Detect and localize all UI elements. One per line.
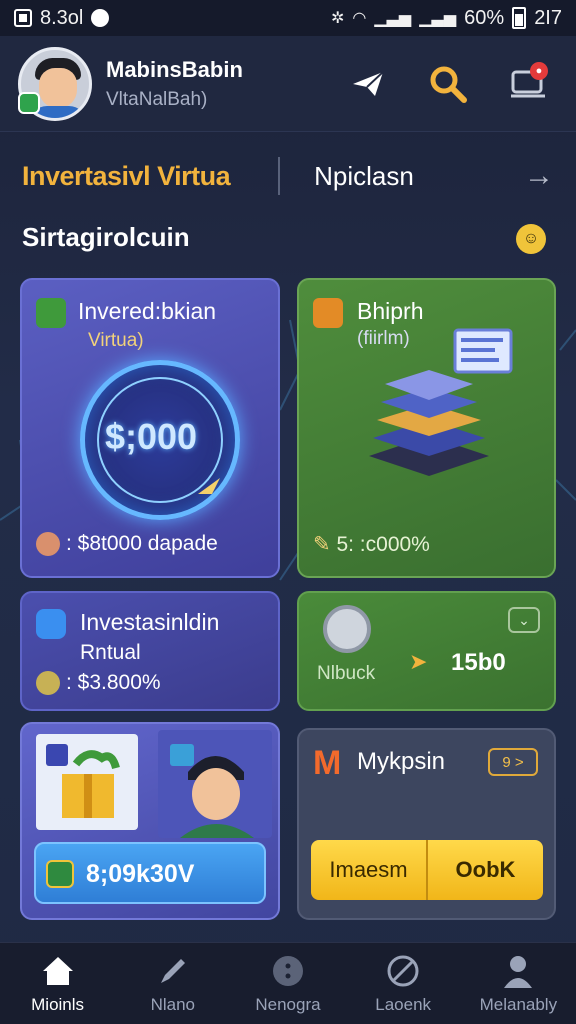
card6-action-button[interactable]: Imaesm OobK (311, 840, 543, 900)
chevron-down-icon[interactable]: ⌄ (508, 607, 540, 633)
card5-amount: 8;09k30V (86, 860, 195, 888)
profile-icon (500, 953, 536, 989)
card4-label: Nlbuck (317, 663, 376, 684)
card5-amount-bar[interactable]: 8;09k30V (34, 842, 266, 904)
app-screen: 8.3ol ✲ ◠ ▁▃▅ ▁▃▅ 60% 2I7 MabinsBabin Vl… (0, 0, 576, 1024)
bottom-navigation: Mioinls Nlano Nenogra Laoenk Melanably (0, 942, 576, 1024)
pencil-small-icon: ✎ (313, 533, 331, 556)
signal-icon: ▁▃▅ (374, 10, 412, 27)
battery-icon (512, 7, 527, 29)
signal-2-icon: ▁▃▅ (419, 10, 457, 27)
card6-pill[interactable]: 9 > (488, 748, 538, 776)
alarm-icon (91, 9, 110, 27)
app-header: MabinsBabin VltaNalBah) ● (0, 36, 576, 132)
status-left: 8.3ol (14, 6, 110, 30)
gift-tile (36, 734, 138, 830)
search-icon (430, 66, 467, 103)
home-icon (40, 953, 76, 989)
user-name: MabinsBabin (106, 56, 243, 82)
gift-box-icon (46, 744, 120, 818)
search-button[interactable] (428, 64, 468, 104)
status-time: 8.3ol (40, 6, 84, 29)
pointer-icon: ➤ (409, 649, 428, 674)
card1-value: $;000 (104, 416, 198, 457)
tab-npiclasn[interactable]: Npiclasn (314, 161, 414, 192)
user-subtitle: VltaNalBah) (106, 88, 208, 110)
arrow-right-icon[interactable]: → (524, 159, 554, 193)
battery-percent: 60% (464, 6, 505, 29)
person-tile (158, 730, 272, 838)
card-nlbuck[interactable]: ⌄ Nlbuck ➤ 15b0 (297, 591, 556, 711)
compass-icon (385, 953, 421, 989)
online-badge-icon (18, 92, 40, 114)
send-button[interactable] (348, 64, 388, 104)
card6-button-right[interactable]: OobK (428, 840, 543, 900)
user-info: MabinsBabin VltaNalBah) (106, 57, 243, 111)
smiley-badge-icon[interactable]: ☺ (516, 224, 546, 254)
card-investasi-virtual-2[interactable]: Investasinldin Rntual : $3.800% (20, 591, 280, 711)
status-extra: 2I7 (534, 6, 562, 29)
card4-value: 15b0 (451, 649, 506, 676)
coin-icon (36, 532, 60, 556)
card-mykpsin[interactable]: M Mykpsin 9 > Imaesm OobK (297, 728, 556, 920)
spark-icon (198, 478, 220, 494)
card3-subtitle: Rntual (80, 641, 141, 664)
avatar-face (39, 67, 77, 108)
dots-icon (270, 953, 306, 989)
card2-title: Bhiprh (357, 298, 424, 324)
nav-label-nenogra: Nenogra (255, 994, 321, 1014)
pencil-icon (155, 953, 191, 989)
screenshot-icon (14, 9, 32, 27)
tab-investasi-virtual[interactable]: Invertasivl Virtua (22, 161, 231, 192)
coin-icon (36, 671, 60, 695)
card-bhiprh[interactable]: Bhiprh (fiirlm) ✎ 5: :c000% (297, 278, 556, 578)
card2-foot-text: 5: :c000% (336, 533, 430, 556)
card6-title: Mykpsin (357, 748, 446, 775)
tabs-row: Invertasivl Virtua Npiclasn → (0, 132, 576, 220)
chart-up-icon (36, 298, 66, 328)
nav-label-nlano: Nlano (150, 994, 195, 1014)
nav-label-home: Mioinls (31, 994, 85, 1014)
book-stack-illustration (369, 328, 513, 476)
card1-title: Invered:bkian (78, 298, 217, 324)
card6-button-left[interactable]: Imaesm (311, 840, 428, 900)
card-investasi-virtual[interactable]: Invered:bkian Virtua) $;000 : $8t000 dap… (20, 278, 280, 578)
target-icon (323, 605, 371, 653)
header-actions: ● (348, 61, 558, 104)
card2-foot: ✎ 5: :c000% (313, 532, 430, 557)
notification-badge: ● (530, 61, 548, 80)
nav-item-laoenk[interactable]: Laoenk (347, 953, 459, 1015)
card-gift-promo[interactable]: 8;09k30V (20, 722, 280, 920)
section-title: Sirtagirolcuin (22, 222, 190, 252)
grid-icon (46, 860, 74, 888)
nav-label-laoenk: Laoenk (375, 994, 432, 1014)
card3-foot: : $3.800% (66, 671, 161, 694)
drop-icon (36, 609, 66, 639)
wifi-icon: ◠ (352, 10, 367, 27)
nav-item-nenogra[interactable]: Nenogra (232, 953, 344, 1015)
status-bar: 8.3ol ✲ ◠ ▁▃▅ ▁▃▅ 60% 2I7 (0, 0, 576, 36)
status-right: ✲ ◠ ▁▃▅ ▁▃▅ 60% 2I7 (331, 7, 562, 30)
nav-item-melanably[interactable]: Melanably (462, 953, 574, 1015)
badge-icon (313, 298, 343, 328)
card1-subtitle: Virtua) (88, 330, 144, 351)
nav-item-home[interactable]: Mioinls (2, 953, 114, 1015)
paper-plane-icon (353, 70, 384, 96)
vibrate-icon: ✲ (330, 10, 345, 27)
person-avatar-icon (170, 744, 254, 838)
nav-label-melanably: Melanably (479, 994, 558, 1014)
card3-title: Investasinldin (80, 609, 220, 635)
nav-item-nlano[interactable]: Nlano (117, 953, 229, 1015)
card1-foot: : $8t000 dapade (66, 532, 218, 555)
m-logo-icon: M (313, 744, 342, 782)
notifications-button[interactable]: ● (508, 61, 548, 104)
tab-divider (278, 157, 281, 195)
